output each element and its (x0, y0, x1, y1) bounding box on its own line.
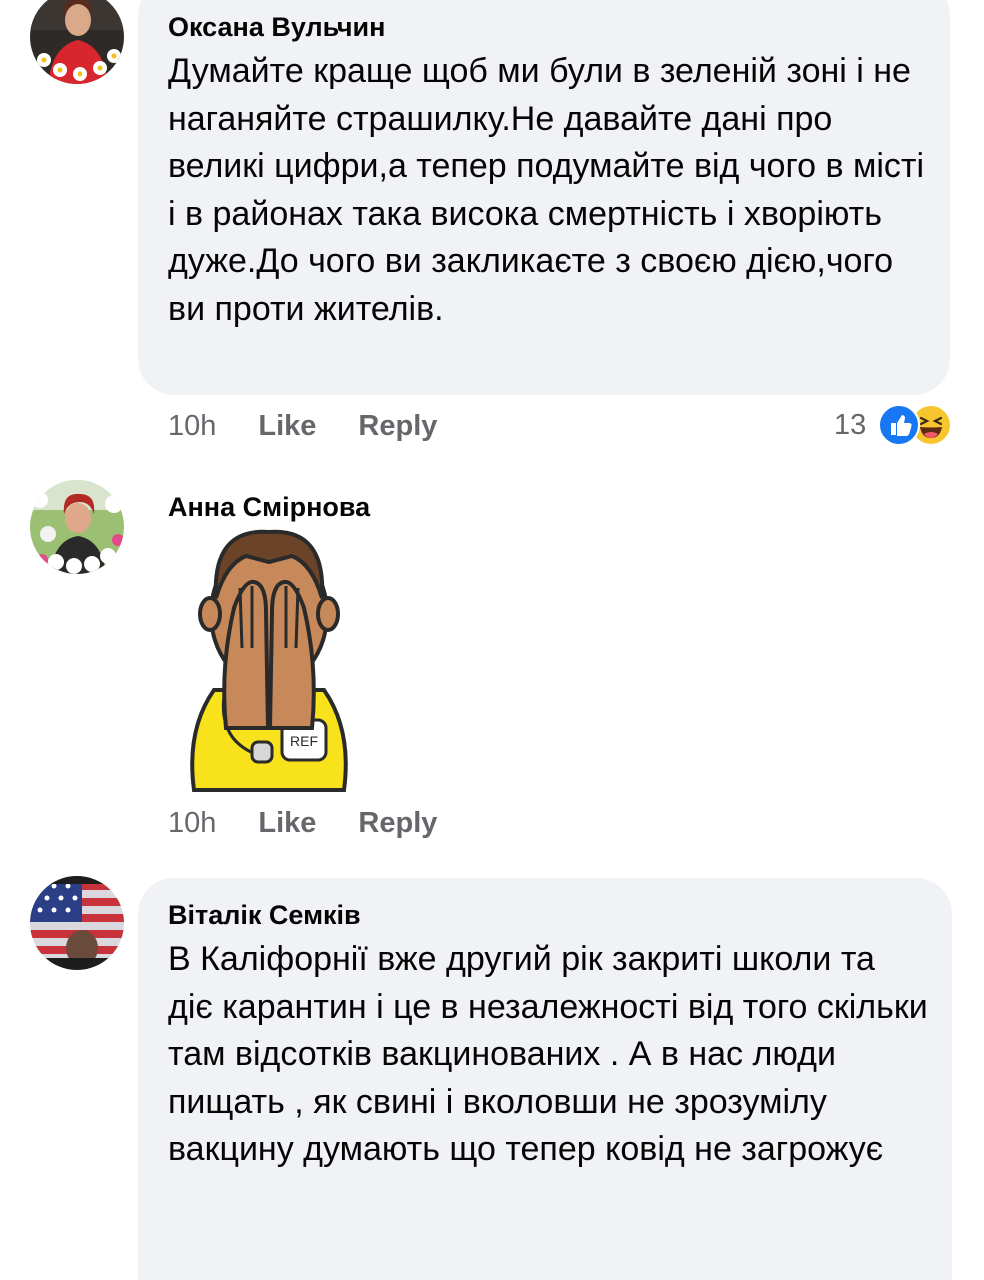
comment-text: Думайте краще щоб ми були в зеленій зоні… (168, 52, 925, 328)
comment-actions: 10h Like Reply (168, 406, 479, 446)
reaction-summary[interactable]: 13 (834, 403, 953, 447)
reply-button[interactable]: Reply (358, 410, 437, 443)
like-icon (878, 404, 921, 446)
comment-author[interactable]: Віталік Семків (168, 898, 928, 932)
comment-author[interactable]: Оксана Вульчин (168, 10, 926, 44)
comment-author[interactable]: Анна Смірнова (168, 490, 370, 524)
comment-timestamp[interactable]: 10h (168, 807, 216, 840)
comment-actions: 10h Like Reply (168, 803, 479, 843)
avatar[interactable] (30, 0, 124, 84)
comment-timestamp[interactable]: 10h (168, 410, 216, 443)
like-button[interactable]: Like (258, 410, 316, 443)
like-button[interactable]: Like (258, 807, 316, 840)
svg-text:REF: REF (290, 733, 318, 749)
comment-text: В Каліфорнії вже другий рік закриті школ… (168, 940, 928, 1168)
avatar[interactable] (30, 876, 124, 970)
comment-bubble: Оксана Вульчин Думайте краще щоб ми були… (138, 0, 950, 395)
avatar[interactable] (30, 480, 124, 574)
reaction-count: 13 (834, 408, 867, 441)
comment-bubble: Віталік Семків В Каліфорнії вже другий р… (138, 878, 952, 1280)
reply-button[interactable]: Reply (358, 807, 437, 840)
referee-facepalm-sticker[interactable]: REF (186, 528, 352, 792)
